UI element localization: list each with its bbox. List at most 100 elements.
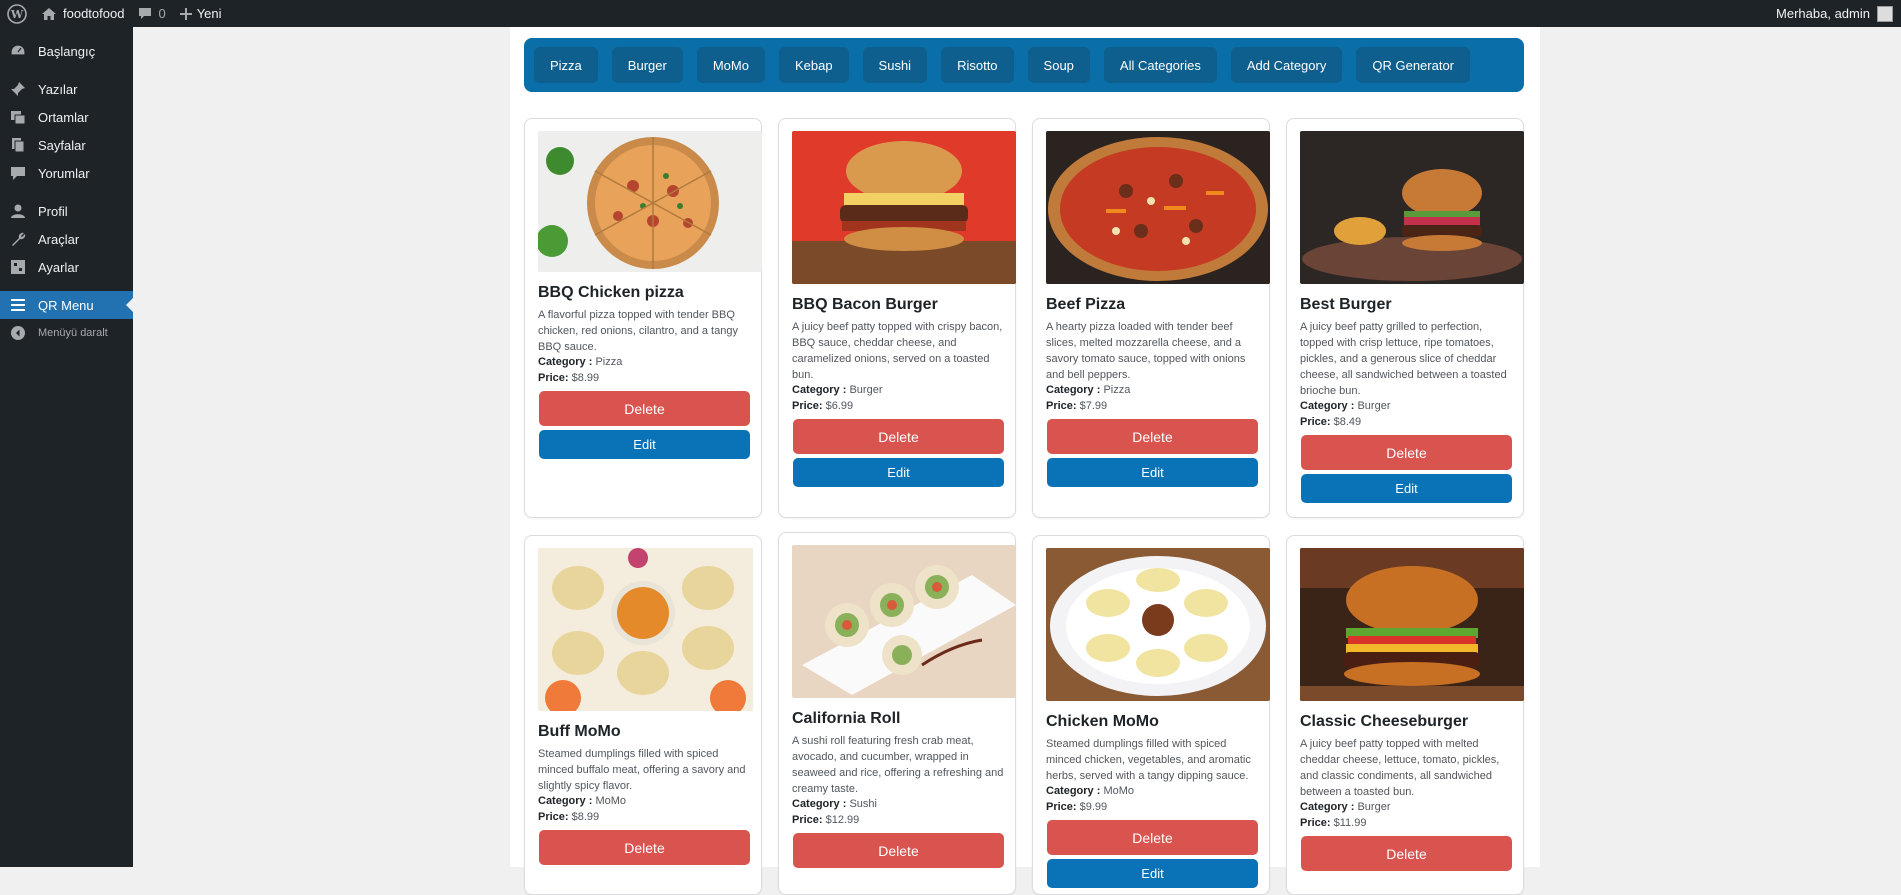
sidebar-item-comments[interactable]: Yorumlar (0, 159, 133, 187)
product-image-pizza (1046, 131, 1270, 284)
new-content-link[interactable]: Yeni (173, 0, 229, 27)
category-button-kebap[interactable]: Kebap (778, 47, 849, 83)
product-image-burger (792, 131, 1016, 284)
comments-count: 0 (158, 6, 166, 21)
pin-icon (8, 79, 28, 99)
delete-button[interactable]: Delete (1047, 419, 1258, 454)
greeting: Merhaba, admin (1776, 6, 1870, 21)
edit-button[interactable]: Edit (1301, 474, 1512, 503)
product-image-momo (538, 548, 753, 711)
sidebar-item-label: Sayfalar (38, 137, 86, 153)
sidebar-item-dashboard[interactable]: Başlangıç (0, 37, 133, 65)
menu-icon (8, 295, 28, 315)
product-description: A flavorful pizza topped with tender BBQ… (538, 309, 738, 353)
product-price: Price: $8.99 (538, 811, 600, 823)
product-card: Best Burger A juicy beef patty grilled t… (1286, 118, 1524, 518)
plus-icon (179, 7, 192, 20)
product-description: A juicy beef patty topped with melted ch… (1300, 738, 1500, 798)
collapse-menu-button[interactable]: Menüyü daralt (0, 319, 133, 347)
delete-button[interactable]: Delete (793, 833, 1004, 868)
category-nav: Pizza Burger MoMo Kebap Sushi Risotto So… (524, 38, 1524, 92)
category-button-burger[interactable]: Burger (611, 47, 683, 83)
product-price: Price: $11.99 (1300, 817, 1367, 829)
sidebar-item-label: Ayarlar (38, 259, 79, 275)
product-image-burger (1300, 548, 1524, 701)
sidebar-item-label: Profil (38, 203, 68, 219)
product-name: Buff MoMo (538, 723, 621, 740)
sidebar-item-profile[interactable]: Profil (0, 197, 133, 225)
add-category-button[interactable]: Add Category (1230, 47, 1343, 83)
category-button-momo[interactable]: MoMo (696, 47, 765, 83)
sidebar-item-media[interactable]: Ortamlar (0, 103, 133, 131)
admin-bar: W foodtofood 0 Yeni Merhaba, admin (0, 0, 1901, 27)
sidebar-item-label: Yazılar (38, 81, 78, 97)
product-name: Best Burger (1300, 296, 1392, 313)
sidebar-item-label: Menüyü daralt (38, 327, 108, 339)
product-price: Price: $8.49 (1300, 416, 1362, 428)
sidebar-item-tools[interactable]: Araçlar (0, 225, 133, 253)
product-name: BBQ Chicken pizza (538, 284, 684, 301)
category-button-risotto[interactable]: Risotto (941, 47, 1014, 83)
sidebar-item-settings[interactable]: Ayarlar (0, 253, 133, 281)
product-price: Price: $7.99 (1046, 400, 1108, 412)
product-description: A juicy beef patty topped with crispy ba… (792, 321, 1003, 381)
qr-generator-button[interactable]: QR Generator (1356, 47, 1471, 83)
product-description: A sushi roll featuring fresh crab meat, … (792, 735, 1004, 795)
qr-menu-panel: Pizza Burger MoMo Kebap Sushi Risotto So… (510, 27, 1540, 895)
edit-button[interactable]: Edit (1047, 859, 1258, 888)
home-icon (41, 7, 57, 21)
dashboard-icon (8, 41, 28, 61)
edit-button[interactable]: Edit (793, 458, 1004, 487)
product-description: A juicy beef patty grilled to perfection… (1300, 321, 1507, 397)
product-name: Beef Pizza (1046, 296, 1126, 313)
collapse-icon (8, 323, 28, 343)
edit-button[interactable]: Edit (1047, 458, 1258, 487)
sidebar-item-label: Araçlar (38, 231, 80, 247)
product-category: Category : MoMo (1046, 785, 1135, 797)
product-card: Chicken MoMo Steamed dumplings filled wi… (1032, 535, 1270, 895)
product-category: Category : Burger (1300, 801, 1391, 813)
wordpress-logo-icon[interactable]: W (0, 0, 34, 27)
delete-button[interactable]: Delete (793, 419, 1004, 454)
site-name-link[interactable]: foodtofood (34, 0, 131, 27)
svg-text:W: W (10, 8, 24, 21)
product-card: California Roll A sushi roll featuring f… (778, 532, 1016, 895)
product-name: Chicken MoMo (1046, 713, 1159, 730)
delete-button[interactable]: Delete (539, 830, 750, 865)
product-price: Price: $12.99 (792, 814, 860, 826)
user-icon (8, 201, 28, 221)
comment-icon (8, 163, 28, 183)
product-price: Price: $6.99 (792, 400, 854, 412)
product-category: Category : Burger (1300, 400, 1391, 412)
sidebar-item-label: QR Menu (38, 297, 94, 313)
product-image-pizza (538, 131, 762, 272)
category-button-sushi[interactable]: Sushi (862, 47, 928, 83)
new-label: Yeni (196, 6, 222, 21)
account-menu[interactable]: Merhaba, admin (1776, 5, 1901, 22)
sidebar-item-pages[interactable]: Sayfalar (0, 131, 133, 159)
product-category: Category : Pizza (1046, 384, 1131, 396)
media-icon (8, 107, 28, 127)
sidebar-item-label: Başlangıç (38, 43, 96, 59)
product-category: Category : Sushi (792, 798, 877, 810)
edit-button[interactable]: Edit (539, 430, 750, 459)
wrench-icon (8, 229, 28, 249)
product-image-momo (1046, 548, 1270, 701)
product-image-sushi (792, 545, 1016, 698)
avatar (1877, 5, 1893, 22)
product-card: BBQ Chicken pizza A flavorful pizza topp… (524, 118, 762, 518)
sidebar-item-qr-menu[interactable]: QR Menu (0, 291, 133, 319)
delete-button[interactable]: Delete (1301, 836, 1512, 871)
product-card: Classic Cheeseburger A juicy beef patty … (1286, 535, 1524, 895)
product-description: Steamed dumplings filled with spiced min… (1046, 738, 1251, 782)
sidebar-item-posts[interactable]: Yazılar (0, 75, 133, 103)
category-button-pizza[interactable]: Pizza (534, 47, 598, 83)
comments-link[interactable]: 0 (131, 0, 172, 27)
product-image-burger (1300, 131, 1524, 284)
category-button-soup[interactable]: Soup (1027, 47, 1090, 83)
delete-button[interactable]: Delete (539, 391, 750, 426)
delete-button[interactable]: Delete (1047, 820, 1258, 855)
product-card: Beef Pizza A hearty pizza loaded with te… (1032, 118, 1270, 518)
delete-button[interactable]: Delete (1301, 435, 1512, 470)
all-categories-button[interactable]: All Categories (1103, 47, 1217, 83)
